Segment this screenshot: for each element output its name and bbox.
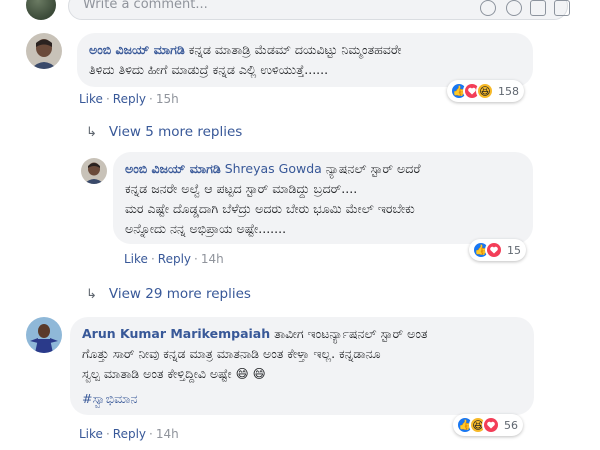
avatar bbox=[26, 0, 56, 20]
reaction-count: 56 bbox=[504, 418, 518, 432]
comment-text: ತಿಳಿದು ತಿಳಿದು ಹೀಗೆ ಮಾಡುದ್ರೆ ಕನ್ನಡ ಎಲ್ಲಿ … bbox=[89, 62, 329, 77]
comment-bubble: ಅಂಬಿ ವಿಜಯ್ ಮಾಗಡಿ ಕನ್ನಡ ಮಾತಾಡ್ರಿ ಮೆಡಮ್ ದಯ… bbox=[77, 33, 533, 87]
reply-link[interactable]: Reply bbox=[113, 427, 146, 441]
comment-author[interactable]: ಅಂಬಿ ವಿಜಯ್ ಮಾಗಡಿ bbox=[89, 42, 185, 57]
timestamp[interactable]: 14h bbox=[201, 252, 224, 266]
like-link[interactable]: Like bbox=[124, 252, 148, 266]
emoji-icon[interactable] bbox=[480, 0, 496, 16]
camera-icon[interactable] bbox=[506, 0, 522, 16]
reactions-summary[interactable]: 👍 😆 158 bbox=[447, 80, 524, 102]
comment-actions: Like · Reply · 14h bbox=[79, 427, 179, 441]
view-more-replies-label: View 5 more replies bbox=[108, 124, 243, 140]
haha-reaction-icon: 😆 bbox=[476, 82, 494, 100]
avatar-image bbox=[26, 317, 62, 353]
avatar-image bbox=[26, 33, 62, 69]
reaction-count: 158 bbox=[498, 84, 519, 98]
reply-arrow-icon: ↳ bbox=[86, 287, 97, 302]
avatar[interactable] bbox=[26, 33, 62, 69]
reactions-summary[interactable]: 👍 15 bbox=[469, 239, 526, 261]
comment-text: ತಾವೀಗ ಇಂಟರ್ನ್ಯಾಷನಲ್ ಸ್ಟಾರ್ ಅಂತ bbox=[274, 326, 428, 341]
mention-link[interactable]: Shreyas Gowda bbox=[225, 161, 322, 176]
sticker-icon[interactable] bbox=[554, 0, 570, 16]
reaction-count: 15 bbox=[507, 243, 521, 257]
reply-link[interactable]: Reply bbox=[113, 92, 146, 106]
comment-text: ಅನ್ನೋದು ನನ್ನ ಅಭಿಪ್ರಾಯ ಅಷ್ಟೇ....... bbox=[125, 221, 287, 236]
comment-text: ಕನ್ನಡ ಮಾತಾಡ್ರಿ ಮೆಡಮ್ ದಯವಿಟ್ಟು ನಿಮ್ಮಂತಹವರ… bbox=[188, 42, 402, 57]
comment-author[interactable]: Arun Kumar Marikempaiah bbox=[82, 326, 270, 341]
comment-input-placeholder: Write a comment... bbox=[83, 0, 208, 12]
comment-text: ಕನ್ನಡ ಜನರೇ ಅಲ್ವೆ ಆ ಪಟ್ಟದ ಸ್ಟಾರ್ ಮಾಡಿದ್ದು… bbox=[125, 181, 358, 196]
comment-text: ಸ್ವಲ್ಪ ಮಾತಾಡಿ ಅಂತ ಕೇಳ್ತಿದ್ದೀವಿ ಅಷ್ಟೇ 😄 😄 bbox=[82, 366, 266, 381]
comment-text: ನ್ಯಾಷನಲ್ ಸ್ಟಾರ್ ಅದರೆ bbox=[325, 161, 421, 176]
view-more-replies-link[interactable]: ↳ View 5 more replies bbox=[86, 124, 242, 140]
love-reaction-icon bbox=[485, 241, 503, 259]
reply-link[interactable]: Reply bbox=[158, 252, 191, 266]
gif-icon[interactable] bbox=[530, 0, 546, 16]
comment-actions: Like · Reply · 15h bbox=[79, 92, 179, 106]
like-link[interactable]: Like bbox=[79, 92, 103, 106]
comment-text: ಮರ ಎಷ್ಟೇ ದೊಡ್ಡದಾಗಿ ಬೆಳೆದ್ರು ಅದರು ಬೇರು ಭೂ… bbox=[125, 201, 415, 216]
timestamp[interactable]: 15h bbox=[156, 92, 179, 106]
love-reaction-icon bbox=[482, 416, 500, 434]
avatar[interactable] bbox=[26, 317, 62, 353]
view-more-replies-label: View 29 more replies bbox=[108, 286, 251, 302]
timestamp[interactable]: 14h bbox=[156, 427, 179, 441]
reactions-summary[interactable]: 👍 😆 56 bbox=[453, 414, 523, 436]
comment-bubble: ಅಂಬಿ ವಿಜಯ್ ಮಾಗಡಿ Shreyas Gowda ನ್ಯಾಷನಲ್ … bbox=[113, 152, 533, 244]
hashtag-link[interactable]: #ಸ್ವಾಭಿಮಾನ bbox=[82, 389, 522, 409]
reply-arrow-icon: ↳ bbox=[86, 125, 97, 140]
comment-text: ಗೊತ್ತು ಸಾರ್ ನೀವು ಕನ್ನಡ ಮಾತ್ರ ಮಾತನಾಡಿ ಅಂತ… bbox=[82, 346, 381, 361]
avatar[interactable] bbox=[81, 158, 107, 184]
comment-actions: Like · Reply · 14h bbox=[124, 252, 224, 266]
comment-author[interactable]: ಅಂಬಿ ವಿಜಯ್ ಮಾಗಡಿ bbox=[125, 161, 221, 176]
comment-bubble: Arun Kumar Marikempaiah ತಾವೀಗ ಇಂಟರ್ನ್ಯಾಷ… bbox=[70, 317, 534, 415]
like-link[interactable]: Like bbox=[79, 427, 103, 441]
avatar-image bbox=[81, 158, 107, 184]
comment-composer: Write a comment... bbox=[10, 0, 570, 26]
view-more-replies-link[interactable]: ↳ View 29 more replies bbox=[86, 286, 251, 302]
